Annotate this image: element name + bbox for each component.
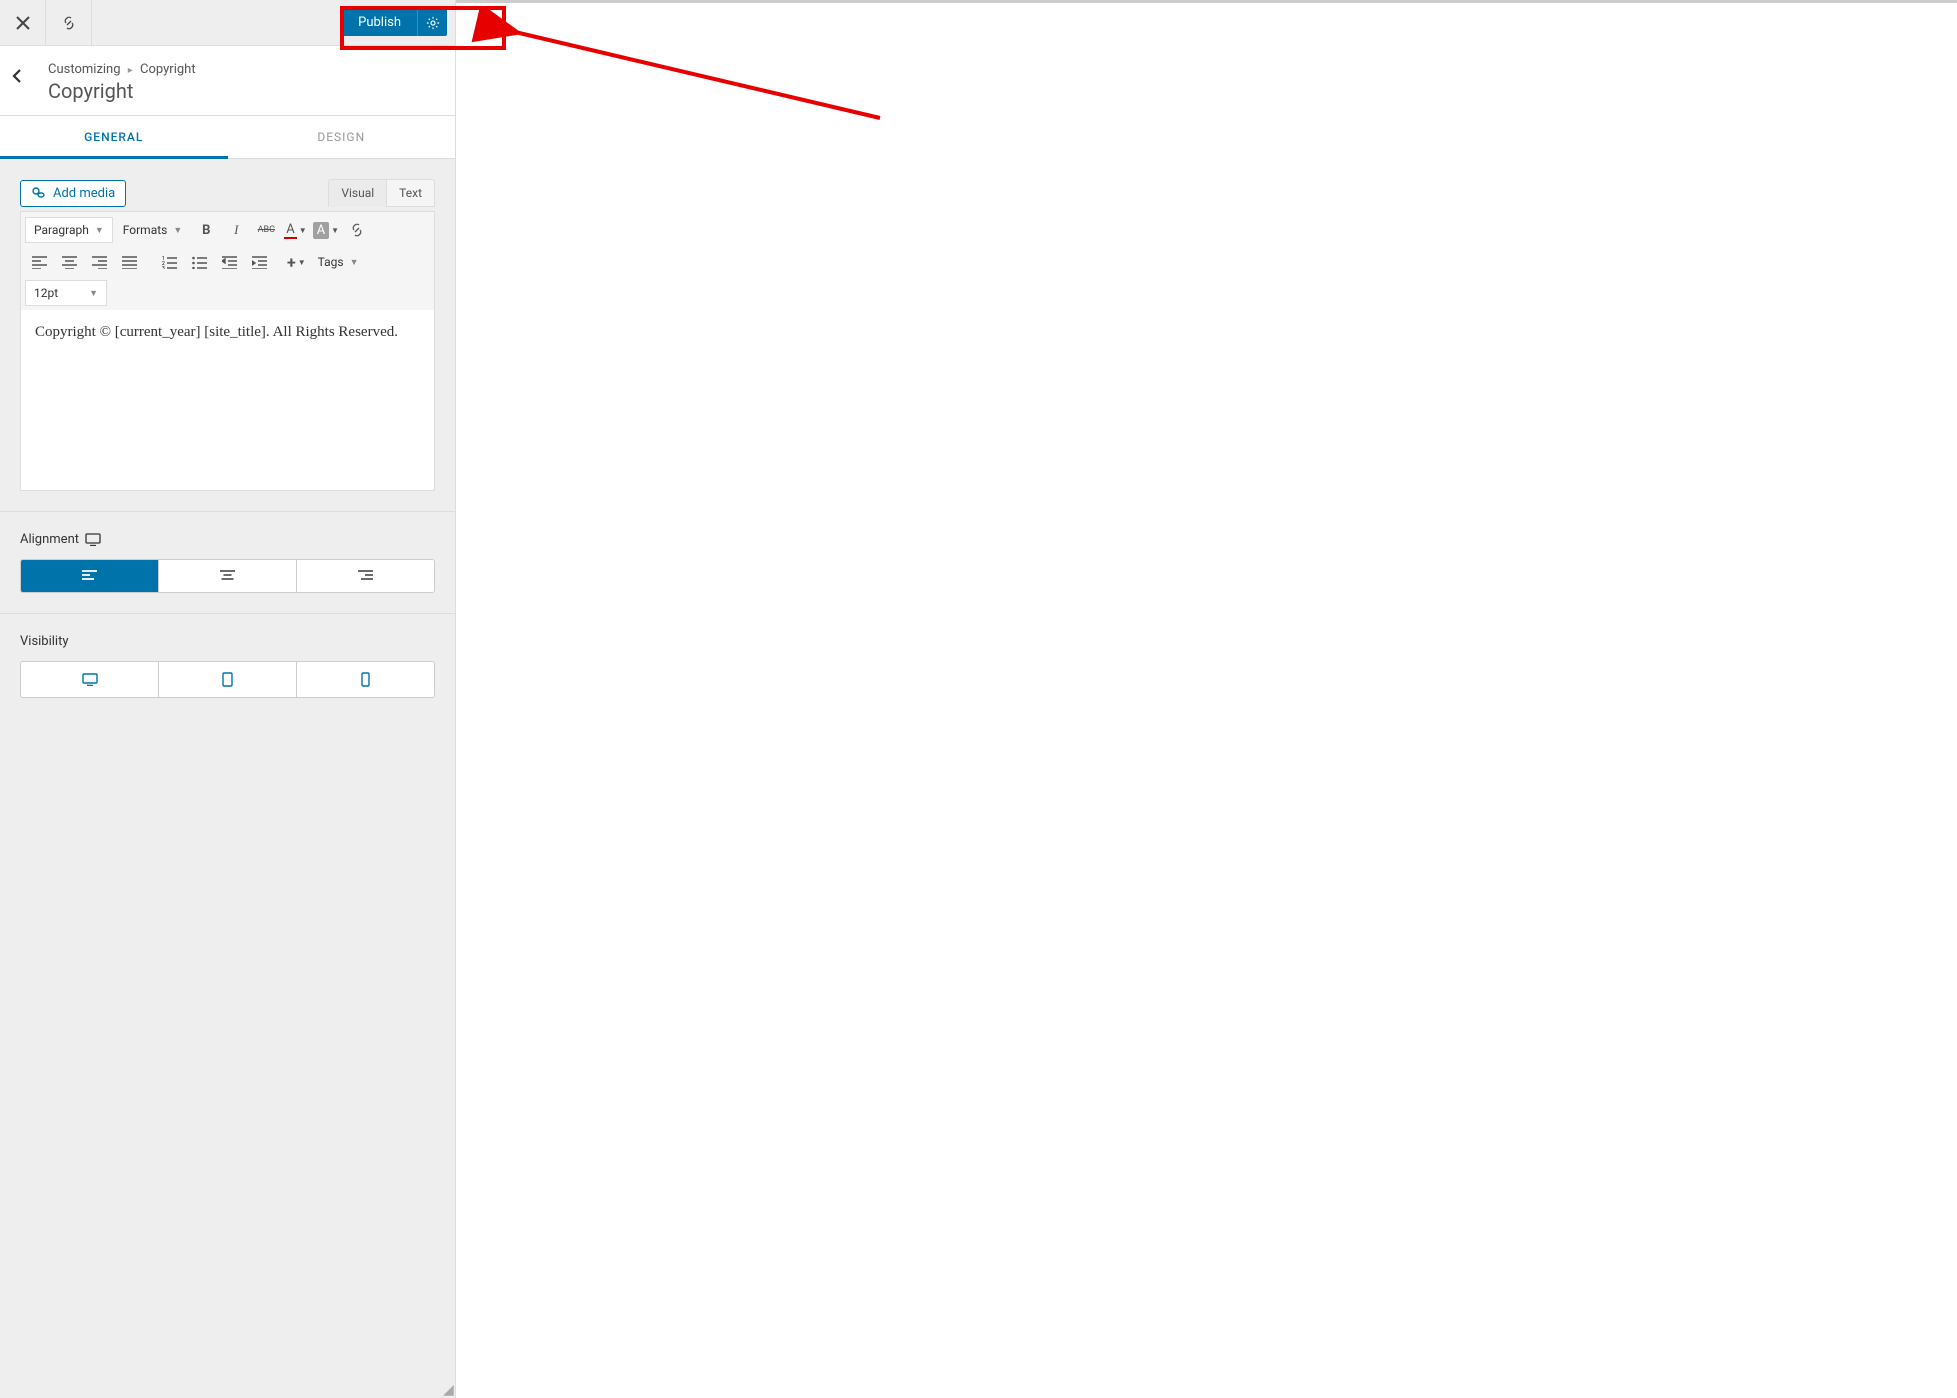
align-center-option[interactable] [159, 560, 297, 592]
caret-down-icon: ▼ [331, 226, 339, 235]
add-media-button[interactable]: Add media [20, 180, 126, 207]
insert-button[interactable]: +▼ [285, 248, 308, 276]
caret-down-icon: ▼ [173, 225, 182, 236]
bold-button[interactable]: B [192, 216, 220, 244]
chevron-left-icon [12, 68, 24, 84]
tags-select[interactable]: Tags▼ [310, 250, 367, 274]
align-center-button[interactable] [55, 248, 83, 276]
tablet-icon [222, 672, 233, 687]
alignment-label: Alignment [20, 532, 435, 547]
bold-icon: B [202, 223, 210, 238]
panel-content: Add media Visual Text Paragraph▼ Formats… [0, 159, 455, 1398]
preview-area [456, 0, 1957, 1398]
link-icon [349, 222, 365, 238]
editor-content[interactable]: Copyright © [current_year] [site_title].… [21, 310, 434, 490]
align-left-icon [82, 570, 97, 582]
section-title: Copyright [48, 79, 441, 103]
align-right-option[interactable] [297, 560, 434, 592]
align-center-icon [220, 570, 235, 582]
desktop-icon [82, 673, 98, 686]
resize-handle[interactable]: ◢ [443, 1386, 453, 1396]
editor-toolbar: Paragraph▼ Formats▼ B I ABC A▼ A▼ 123 [21, 212, 434, 310]
italic-icon: I [234, 222, 238, 238]
gear-icon [426, 16, 440, 30]
italic-button[interactable]: I [222, 216, 250, 244]
editor: Paragraph▼ Formats▼ B I ABC A▼ A▼ 123 [20, 211, 435, 491]
breadcrumb: Customizing ▸ Copyright [48, 62, 441, 77]
caret-down-icon: ▼ [350, 257, 359, 268]
link-icon [61, 15, 77, 31]
text-color-button[interactable]: A▼ [282, 216, 308, 244]
bg-color-icon: A [313, 222, 329, 239]
publish-button[interactable]: Publish [342, 9, 417, 36]
visibility-mobile[interactable] [297, 662, 434, 697]
breadcrumb-bar: Customizing ▸ Copyright Copyright [0, 46, 455, 115]
mobile-icon [361, 672, 370, 687]
alignment-group [20, 559, 435, 593]
tab-general[interactable]: GENERAL [0, 116, 228, 158]
outdent-button[interactable] [215, 248, 243, 276]
strikethrough-icon: ABC [258, 225, 275, 235]
editor-tab-visual[interactable]: Visual [328, 179, 386, 207]
desktop-icon [85, 533, 101, 546]
unordered-list-icon [192, 256, 207, 269]
visibility-desktop[interactable] [21, 662, 159, 697]
alignment-section: Alignment [0, 512, 455, 614]
formats-select[interactable]: Formats▼ [115, 218, 191, 242]
caret-down-icon: ▼ [95, 225, 104, 236]
svg-text:3: 3 [162, 266, 165, 269]
indent-button[interactable] [245, 248, 273, 276]
editor-mode-tabs: Visual Text [328, 179, 435, 207]
align-right-icon [358, 570, 373, 582]
align-left-option[interactable] [21, 560, 159, 592]
caret-down-icon: ▼ [298, 258, 306, 267]
breadcrumb-root: Customizing [48, 62, 121, 77]
close-icon [16, 16, 30, 30]
align-justify-button[interactable] [115, 248, 143, 276]
visibility-tablet[interactable] [159, 662, 297, 697]
add-media-label: Add media [53, 186, 115, 201]
ordered-list-button[interactable]: 123 [155, 248, 183, 276]
align-right-button[interactable] [85, 248, 113, 276]
unordered-list-button[interactable] [185, 248, 213, 276]
visibility-group [20, 661, 435, 698]
breadcrumb-leaf: Copyright [140, 62, 196, 77]
media-icon [31, 186, 47, 200]
close-button[interactable] [0, 0, 46, 45]
strikethrough-button[interactable]: ABC [252, 216, 280, 244]
chevron-right-icon: ▸ [128, 65, 133, 76]
editor-tab-text[interactable]: Text [386, 179, 435, 207]
text-color-icon: A [284, 222, 296, 239]
caret-down-icon: ▼ [89, 288, 98, 299]
align-justify-icon [122, 256, 137, 269]
panel-tabs: GENERAL DESIGN [0, 115, 455, 159]
editor-section: Add media Visual Text Paragraph▼ Formats… [0, 159, 455, 512]
top-bar: Publish [0, 0, 455, 46]
ordered-list-icon: 123 [162, 256, 177, 269]
align-left-icon [32, 256, 47, 269]
plus-icon: + [287, 253, 296, 272]
outdent-icon [222, 256, 237, 269]
visibility-section: Visibility [0, 614, 455, 718]
back-button[interactable] [12, 68, 24, 84]
paragraph-select[interactable]: Paragraph▼ [25, 217, 113, 243]
caret-down-icon: ▼ [299, 226, 307, 235]
link-button[interactable] [46, 0, 92, 45]
indent-icon [252, 256, 267, 269]
align-left-button[interactable] [25, 248, 53, 276]
bg-color-button[interactable]: A▼ [311, 216, 341, 244]
insert-link-button[interactable] [343, 216, 371, 244]
publish-settings-button[interactable] [417, 9, 447, 36]
visibility-label: Visibility [20, 634, 435, 649]
align-center-icon [62, 256, 77, 269]
font-size-select[interactable]: 12pt▼ [25, 280, 107, 306]
tab-design[interactable]: DESIGN [228, 116, 456, 158]
customizer-panel: Publish Customizing ▸ Copyright Copyrigh… [0, 0, 456, 1398]
align-right-icon [92, 256, 107, 269]
